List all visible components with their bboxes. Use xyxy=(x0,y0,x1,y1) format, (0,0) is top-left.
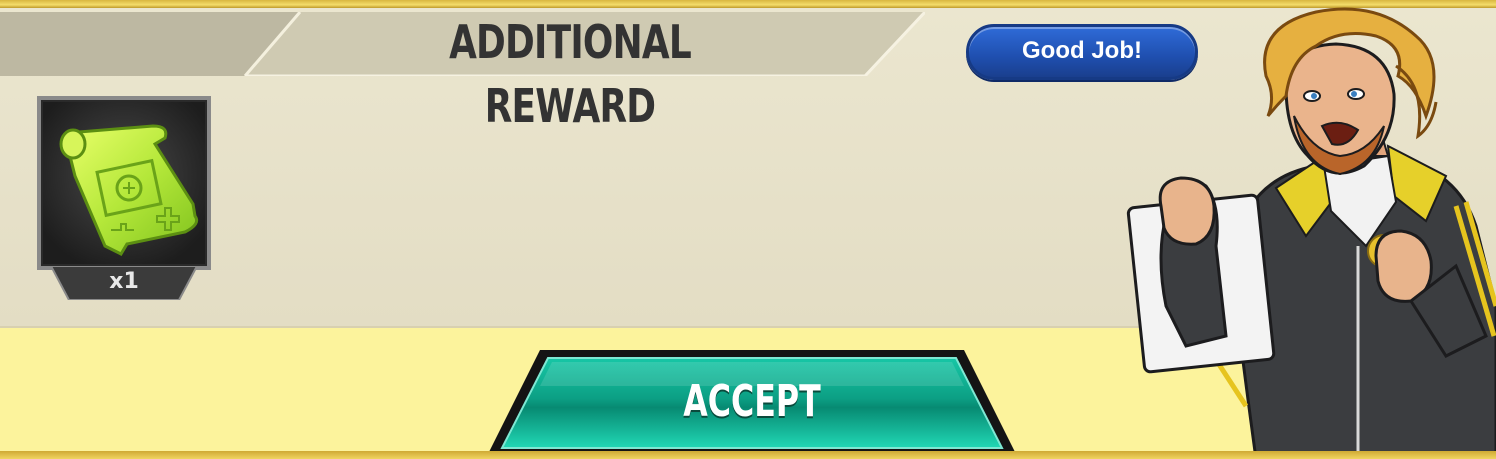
accept-button-label: ACCEPT xyxy=(683,376,821,427)
blueprint-scroll-icon xyxy=(59,124,199,256)
reward-item-frame xyxy=(37,96,211,270)
reward-quantity-plate: x1 xyxy=(51,266,197,300)
bottom-gold-border xyxy=(0,451,1496,459)
reward-item[interactable]: x1 xyxy=(37,96,211,301)
coach-character xyxy=(1126,6,1496,459)
accept-button[interactable]: ACCEPT xyxy=(488,350,1016,454)
dialog-title: ADDITIONAL REWARD xyxy=(449,15,692,133)
reward-quantity: x1 xyxy=(109,269,139,294)
